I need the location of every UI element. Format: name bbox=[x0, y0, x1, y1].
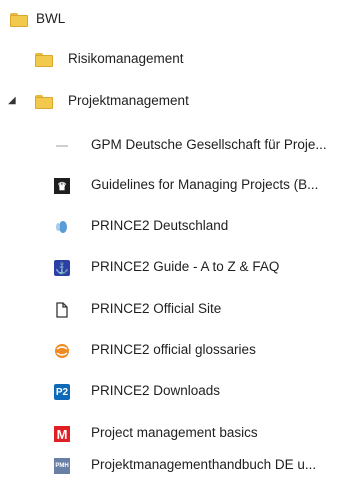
bookmark-item[interactable]: PRINCE2 Deutschland bbox=[0, 207, 351, 247]
folder-icon bbox=[35, 95, 53, 109]
tree-item-risikomanagement[interactable]: Risikomanagement bbox=[0, 40, 351, 80]
pmh-icon: PMH bbox=[54, 458, 70, 474]
bookmark-label: GPM Deutsche Gesellschaft für Proje... bbox=[91, 137, 327, 152]
folder-icon bbox=[35, 53, 53, 67]
crown-icon: ♛ bbox=[54, 178, 70, 194]
chevron-expanded-icon[interactable]: ◢ bbox=[8, 95, 16, 106]
anchor-icon: ⚓ bbox=[54, 260, 70, 276]
bookmark-label: Projektmanagementhandbuch DE u... bbox=[91, 457, 317, 472]
page-icon bbox=[54, 302, 70, 318]
bookmark-item[interactable]: P2 PRINCE2 Downloads bbox=[0, 372, 351, 412]
orange-sphere-icon bbox=[54, 343, 70, 359]
m-icon: M bbox=[54, 426, 70, 442]
bookmark-label: PRINCE2 Guide - A to Z & FAQ bbox=[91, 259, 280, 274]
tree-item-bwl[interactable]: BWL bbox=[0, 0, 351, 40]
bookmark-label: PRINCE2 Deutschland bbox=[91, 218, 229, 233]
bookmark-label: Guidelines for Managing Projects (B... bbox=[91, 177, 319, 192]
bookmark-item[interactable]: ⚓ PRINCE2 Guide - A to Z & FAQ bbox=[0, 248, 351, 288]
bookmark-label: PRINCE2 official glossaries bbox=[91, 342, 256, 357]
bookmark-item[interactable]: ♛ Guidelines for Managing Projects (B... bbox=[0, 166, 351, 206]
tree-item-label: BWL bbox=[36, 11, 66, 26]
bookmark-item[interactable]: PMH Projektmanagementhandbuch DE u... bbox=[0, 446, 351, 486]
bookmark-item[interactable]: PRINCE2 official glossaries bbox=[0, 331, 351, 371]
tree-item-projektmanagement[interactable]: ◢ Projektmanagement bbox=[0, 82, 351, 122]
p2-icon: P2 bbox=[54, 384, 70, 400]
bookmark-label: PRINCE2 Official Site bbox=[91, 301, 222, 316]
swirl-icon bbox=[54, 219, 70, 235]
bookmark-label: Project management basics bbox=[91, 425, 258, 440]
bookmark-label: PRINCE2 Downloads bbox=[91, 383, 221, 398]
tree-item-label: Risikomanagement bbox=[68, 51, 184, 66]
folder-icon bbox=[10, 13, 28, 27]
dash-icon bbox=[54, 138, 70, 154]
bookmark-item[interactable]: PRINCE2 Official Site bbox=[0, 290, 351, 330]
tree-item-label: Projektmanagement bbox=[68, 93, 189, 108]
bookmark-item[interactable]: GPM Deutsche Gesellschaft für Proje... bbox=[0, 126, 351, 166]
